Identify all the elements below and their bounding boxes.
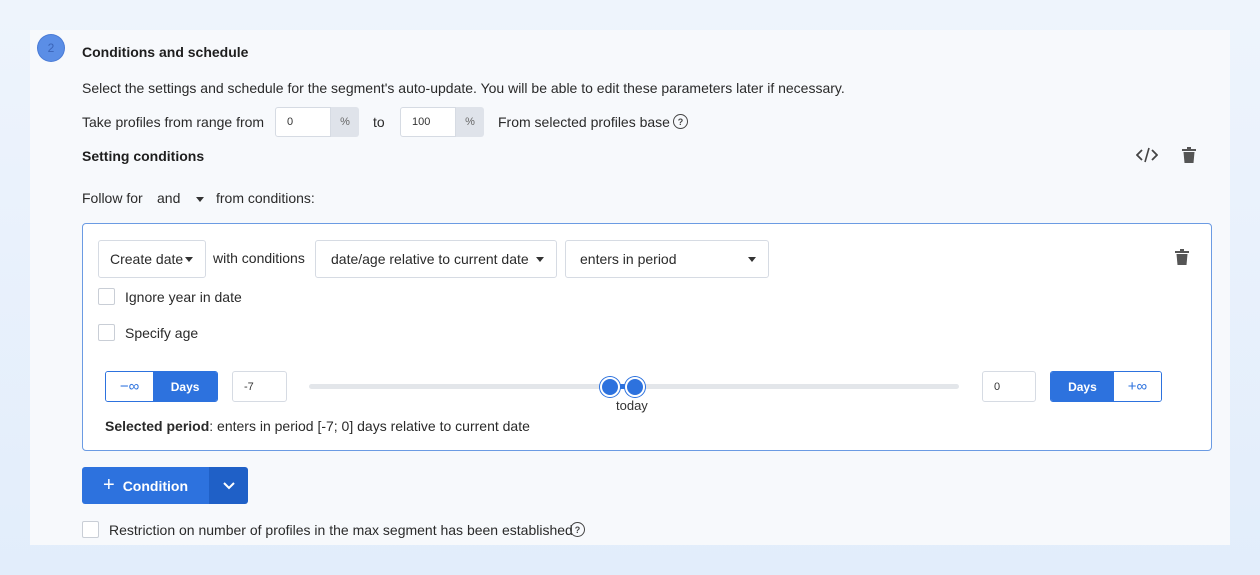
range-from-unit: % bbox=[331, 107, 359, 137]
setting-conditions-heading: Setting conditions bbox=[82, 148, 205, 164]
trash-icon[interactable] bbox=[1182, 147, 1196, 168]
relation-value: date/age relative to current date bbox=[331, 251, 529, 267]
add-condition-button[interactable]: + Condition bbox=[82, 467, 209, 504]
restriction-checkbox[interactable] bbox=[82, 521, 99, 538]
section-description: Select the settings and schedule for the… bbox=[82, 80, 845, 96]
chevron-down-icon bbox=[536, 257, 544, 262]
range-suffix: From selected profiles base bbox=[498, 114, 670, 130]
field-select[interactable]: Create date bbox=[98, 240, 206, 278]
step-badge: 2 bbox=[38, 35, 64, 61]
ignore-year-label: Ignore year in date bbox=[125, 289, 242, 305]
chevron-down-icon bbox=[185, 257, 193, 262]
period-slider-end-handle[interactable] bbox=[625, 377, 645, 397]
right-days-toggle[interactable]: Days bbox=[1051, 372, 1114, 401]
specify-age-checkbox[interactable] bbox=[98, 324, 115, 341]
period-mode-select[interactable]: enters in period bbox=[565, 240, 769, 278]
right-infinity-toggle[interactable]: +∞ bbox=[1113, 372, 1161, 401]
plus-icon: + bbox=[103, 474, 115, 496]
restriction-label: Restriction on number of profiles in the… bbox=[109, 522, 573, 538]
operator-value: and bbox=[157, 190, 181, 206]
add-condition-label: Condition bbox=[122, 477, 188, 494]
right-unit-toggle: Days +∞ bbox=[1050, 371, 1162, 402]
add-condition-dropdown-button[interactable] bbox=[209, 467, 248, 504]
selected-period-text: Selected period: enters in period [-7; 0… bbox=[105, 418, 530, 434]
period-slider-start-handle[interactable] bbox=[600, 377, 620, 397]
period-end-input[interactable]: 0 bbox=[982, 371, 1036, 402]
operator-select[interactable]: and bbox=[157, 190, 205, 206]
field-value: Create date bbox=[110, 251, 184, 267]
slider-today-label: today bbox=[616, 398, 648, 413]
trash-icon[interactable] bbox=[1175, 249, 1189, 270]
range-to-label: to bbox=[373, 114, 385, 130]
range-from-label: Take profiles from range from bbox=[82, 114, 265, 130]
period-mode-value: enters in period bbox=[580, 251, 677, 267]
selected-period-value: : enters in period [-7; 0] days relative… bbox=[209, 418, 530, 434]
ignore-year-checkbox[interactable] bbox=[98, 288, 115, 305]
follow-suffix: from conditions: bbox=[216, 190, 315, 206]
chevron-down-icon bbox=[222, 481, 235, 489]
section-title: Conditions and schedule bbox=[82, 44, 249, 60]
code-icon[interactable] bbox=[1135, 147, 1159, 168]
range-to-input[interactable]: 100 bbox=[400, 107, 456, 137]
relation-select[interactable]: date/age relative to current date bbox=[315, 240, 557, 278]
question-circle-icon[interactable]: ? bbox=[570, 522, 585, 537]
range-from-input[interactable]: 0 bbox=[275, 107, 331, 137]
left-unit-toggle: −∞ Days bbox=[105, 371, 218, 402]
left-infinity-toggle[interactable]: −∞ bbox=[106, 372, 154, 401]
question-circle-icon[interactable]: ? bbox=[673, 114, 688, 129]
chevron-down-icon bbox=[196, 196, 205, 202]
left-days-toggle[interactable]: Days bbox=[153, 372, 217, 401]
chevron-down-icon bbox=[748, 257, 756, 262]
specify-age-label: Specify age bbox=[125, 325, 199, 341]
selected-period-label: Selected period bbox=[105, 418, 210, 434]
range-to-unit: % bbox=[456, 107, 484, 137]
follow-for-label: Follow for bbox=[82, 190, 143, 206]
with-conditions-label: with conditions bbox=[213, 250, 305, 266]
period-start-input[interactable]: -7 bbox=[232, 371, 287, 402]
